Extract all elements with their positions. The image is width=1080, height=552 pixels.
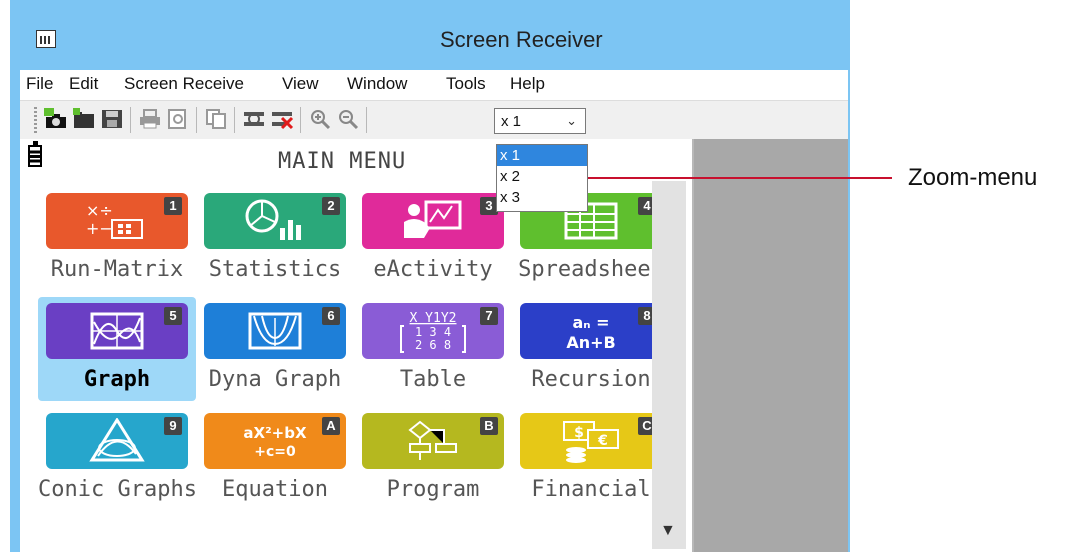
app-equation[interactable]: aX²+bX +c=0 A Equation xyxy=(196,407,354,511)
chevron-down-icon[interactable]: ⌄ xyxy=(566,113,577,129)
app-label: Program xyxy=(386,477,480,502)
zoom-option-x3[interactable]: x 3 xyxy=(497,187,587,208)
app-label: Equation xyxy=(222,477,328,502)
menu-help[interactable]: Help xyxy=(510,74,545,94)
zoom-out-icon[interactable] xyxy=(336,108,360,130)
eactivity-icon: 3 xyxy=(362,193,504,249)
recursion-tile-bottom: An+B xyxy=(566,333,615,352)
table-tile-header: X Y1Y2 xyxy=(410,311,457,326)
app-key-badge: 6 xyxy=(322,307,340,325)
app-conic-graphs[interactable]: 9 Conic Graphs xyxy=(38,407,197,511)
app-label: Dyna Graph xyxy=(208,367,342,392)
financial-tile-dollar: $ xyxy=(574,425,584,441)
menu-tools[interactable]: Tools xyxy=(446,74,486,94)
app-label: Graph xyxy=(83,367,151,392)
zoom-option-x1[interactable]: x 1 xyxy=(497,145,587,166)
empty-workspace xyxy=(694,139,848,552)
toolbar-separator xyxy=(366,107,367,133)
graph-icon: 5 xyxy=(46,303,188,359)
table-tile-row: 2 6 8 xyxy=(415,338,451,352)
app-window: Screen Receiver File Edit Screen Receive… xyxy=(10,0,850,552)
zoom-dropdown-list: x 1 x 2 x 3 xyxy=(496,144,588,212)
app-label: Conic Graphs xyxy=(38,477,197,502)
app-table[interactable]: X Y1Y2 1 3 4 2 6 8 7 Table xyxy=(354,297,512,401)
app-label: Run-Matrix xyxy=(50,257,184,282)
zoom-select[interactable]: x 1 ⌄ xyxy=(494,108,586,134)
svg-text:×÷: ×÷ xyxy=(86,201,113,220)
new-folder-icon[interactable] xyxy=(72,108,96,130)
app-run-matrix[interactable]: ×÷ +− 1 Run-Matrix xyxy=(38,187,196,291)
app-label: Financial xyxy=(531,477,651,502)
app-key-badge: 1 xyxy=(164,197,182,215)
menu-scrollbar[interactable] xyxy=(652,181,686,549)
app-eactivity[interactable]: 3 eActivity xyxy=(354,187,512,291)
statistics-icon: 2 xyxy=(204,193,346,249)
toolbar-separator xyxy=(130,107,131,133)
app-dyna-graph[interactable]: 6 Dyna Graph xyxy=(196,297,354,401)
conic-graphs-icon: 9 xyxy=(46,413,188,469)
scroll-down-icon[interactable]: ▼ xyxy=(660,522,676,540)
menu-view[interactable]: View xyxy=(282,74,319,94)
run-matrix-icon: ×÷ +− 1 xyxy=(46,193,188,249)
app-label: Spreadsheet xyxy=(518,257,664,282)
toolbar-grip[interactable] xyxy=(34,107,37,133)
table-tile-row: 1 3 4 xyxy=(415,325,451,339)
client-area: File Edit Screen Receive View Window Too… xyxy=(20,70,848,552)
main-menu-title: MAIN MENU xyxy=(278,149,407,174)
disconnect-icon[interactable] xyxy=(270,108,294,130)
program-icon: B xyxy=(362,413,504,469)
recursion-tile-top: aₙ = xyxy=(572,313,609,332)
app-financial[interactable]: $ € C Financial xyxy=(512,407,670,511)
financial-tile-euro: € xyxy=(597,433,608,449)
print-icon[interactable] xyxy=(138,108,162,130)
toolbar-separator xyxy=(234,107,235,133)
annotation-leader-line xyxy=(548,177,892,179)
dyna-graph-icon: 6 xyxy=(204,303,346,359)
app-label: Recursion xyxy=(531,367,651,392)
calculator-screen: MAIN MENU ×÷ +− 1 Run-Matrix 2 Statistics xyxy=(20,139,694,552)
toolbar-separator xyxy=(196,107,197,133)
menu-edit[interactable]: Edit xyxy=(69,74,98,94)
equation-icon: aX²+bX +c=0 A xyxy=(204,413,346,469)
app-recursion[interactable]: aₙ = An+B 8 Recursion xyxy=(512,297,670,401)
toolbar-separator xyxy=(300,107,301,133)
app-key-badge: 2 xyxy=(322,197,340,215)
menu-screen-receive[interactable]: Screen Receive xyxy=(124,74,244,94)
financial-icon: $ € C xyxy=(520,413,662,469)
camera-icon[interactable] xyxy=(44,108,68,130)
app-key-badge: 7 xyxy=(480,307,498,325)
app-graph[interactable]: 5 Graph xyxy=(38,297,196,401)
app-label: eActivity xyxy=(373,257,493,282)
menu-bar: File Edit Screen Receive View Window Too… xyxy=(20,70,848,100)
app-statistics[interactable]: 2 Statistics xyxy=(196,187,354,291)
app-label: Statistics xyxy=(208,257,342,282)
menu-window[interactable]: Window xyxy=(347,74,407,94)
equation-tile-top: aX²+bX xyxy=(243,424,307,442)
save-icon[interactable] xyxy=(100,108,124,130)
recursion-icon: aₙ = An+B 8 xyxy=(520,303,662,359)
app-icon[interactable] xyxy=(36,30,56,48)
table-icon: X Y1Y2 1 3 4 2 6 8 7 xyxy=(362,303,504,359)
app-key-badge: 5 xyxy=(164,307,182,325)
app-key-badge: A xyxy=(322,417,340,435)
app-program[interactable]: B Program xyxy=(354,407,512,511)
zoom-in-icon[interactable] xyxy=(308,108,332,130)
menu-file[interactable]: File xyxy=(26,74,53,94)
print-preview-icon[interactable] xyxy=(166,108,190,130)
equation-tile-bottom: +c=0 xyxy=(254,444,296,460)
toolbar: x 1 ⌄ xyxy=(20,100,848,140)
zoom-select-value: x 1 xyxy=(501,113,522,130)
battery-icon xyxy=(28,141,42,167)
window-title: Screen Receiver xyxy=(440,27,603,52)
zoom-option-x2[interactable]: x 2 xyxy=(497,166,587,187)
app-key-badge: 9 xyxy=(164,417,182,435)
annotation-label: Zoom-menu xyxy=(908,164,1038,191)
svg-text:+−: +− xyxy=(86,219,113,238)
copy-icon[interactable] xyxy=(204,108,228,130)
title-bar: Screen Receiver xyxy=(10,0,850,70)
app-label: Table xyxy=(399,367,467,392)
app-key-badge: B xyxy=(480,417,498,435)
connect-icon[interactable] xyxy=(242,108,266,130)
